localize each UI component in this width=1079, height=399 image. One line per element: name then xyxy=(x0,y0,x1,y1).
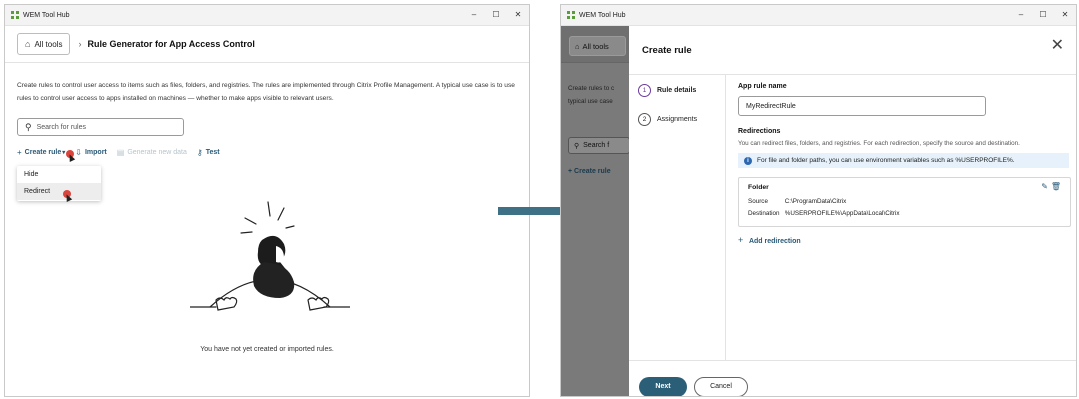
source-row: Source C:\ProgramData\Citrix xyxy=(748,198,846,205)
chevron-right-icon: › xyxy=(78,39,82,49)
plus-icon: + xyxy=(17,148,22,157)
create-rule-menu: Hide Redirect xyxy=(17,166,101,201)
dimmed-background: ⌂ All tools Create rules to c typical us… xyxy=(561,26,630,396)
toolbar: + Create rule ▾ ⇩ Import ▤ Generate new … xyxy=(17,148,230,157)
info-icon: i xyxy=(744,156,752,165)
close-button[interactable]: ✕ xyxy=(507,5,529,25)
import-button[interactable]: ⇩ Import xyxy=(75,148,106,157)
test-label: Test xyxy=(205,149,220,156)
background-search: ⚲ Search f xyxy=(568,137,630,154)
panel-header: Create rule ✕ xyxy=(629,26,1076,75)
chevron-down-icon: ▾ xyxy=(62,150,66,156)
step-rule-details[interactable]: 1 Rule details xyxy=(638,84,696,97)
plus-icon: + xyxy=(568,168,573,175)
wizard-steps: 1 Rule details 2 Assignments xyxy=(629,75,726,360)
rule-details-form: App rule name MyRedirectRule Redirection… xyxy=(738,75,1071,360)
generate-new-data-label: Generate new data xyxy=(127,149,187,156)
app-logo-icon xyxy=(567,11,575,19)
window-title: WEM Tool Hub xyxy=(579,11,626,19)
all-tools-label: All tools xyxy=(34,39,63,49)
page-description: Create rules to control user access to i… xyxy=(17,82,515,102)
background-create-rule-label: Create rule xyxy=(574,168,611,175)
app-rule-name-label: App rule name xyxy=(738,83,787,90)
window-title: WEM Tool Hub xyxy=(23,11,70,19)
info-text: For file and folder paths, you can use e… xyxy=(757,157,1015,164)
minimize-button[interactable]: – xyxy=(463,5,485,25)
maximize-button[interactable]: ☐ xyxy=(485,5,507,25)
close-button[interactable]: ✕ xyxy=(1054,5,1076,25)
destination-value: %USERPROFILE%\AppData\Local\Citrix xyxy=(784,210,900,217)
add-redirection-label: Add redirection xyxy=(748,238,801,245)
left-window: WEM Tool Hub – ☐ ✕ ⌂ All tools › Rule Ge… xyxy=(4,4,530,397)
page-title: Rule Generator for App Access Control xyxy=(87,39,255,49)
next-button[interactable]: Next xyxy=(639,377,687,396)
empty-state-message: You have not yet created or imported rul… xyxy=(200,346,334,353)
app-rule-name-field[interactable]: MyRedirectRule xyxy=(738,96,986,116)
menu-item-hide[interactable]: Hide xyxy=(17,166,101,183)
background-description: typical use case xyxy=(568,98,613,105)
app-logo-icon xyxy=(11,11,19,19)
minimize-button[interactable]: – xyxy=(1010,5,1032,25)
all-tools-button[interactable]: ⌂ All tools xyxy=(17,33,71,55)
add-redirection-button[interactable]: + Add redirection xyxy=(738,235,801,245)
cancel-button[interactable]: Cancel xyxy=(694,377,748,396)
search-placeholder: Search for rules xyxy=(36,123,87,131)
page-header: ⌂ All tools › Rule Generator for App Acc… xyxy=(5,26,529,63)
close-icon[interactable]: ✕ xyxy=(1051,38,1064,54)
background-description: Create rules to c xyxy=(568,85,615,92)
search-icon: ⚲ xyxy=(574,142,580,150)
step-assignments[interactable]: 2 Assignments xyxy=(638,113,697,126)
redirection-type: Folder xyxy=(748,184,769,191)
right-window: WEM Tool Hub – ☐ ✕ ⌂ All tools Create ru… xyxy=(560,4,1077,397)
panel-title: Create rule xyxy=(642,45,692,56)
panel-footer: Next Cancel xyxy=(629,360,1076,396)
step-label: Rule details xyxy=(657,87,697,94)
source-value: C:\ProgramData\Citrix xyxy=(784,198,847,205)
redirections-label: Redirections xyxy=(738,128,781,135)
empty-state-illustration xyxy=(190,201,350,311)
menu-item-redirect[interactable]: Redirect xyxy=(17,183,101,200)
destination-row: Destination %USERPROFILE%\AppData\Local\… xyxy=(748,210,900,217)
source-label: Source xyxy=(748,198,768,205)
background-search-label: Search f xyxy=(583,142,610,149)
plus-icon: + xyxy=(738,235,744,245)
title-bar: WEM Tool Hub – ☐ ✕ xyxy=(561,5,1076,26)
create-rule-panel: Create rule ✕ 1 Rule details 2 Assignmen… xyxy=(629,26,1076,396)
search-input[interactable]: ⚲ Search for rules xyxy=(17,118,184,136)
all-tools-label: All tools xyxy=(582,41,609,51)
edit-icon[interactable]: ✎ xyxy=(1041,182,1048,191)
import-label: Import xyxy=(84,149,107,156)
home-icon: ⌂ xyxy=(575,41,580,51)
create-rule-label: Create rule xyxy=(24,149,62,156)
delete-icon[interactable]: 🗑 xyxy=(1051,182,1061,191)
home-icon: ⌂ xyxy=(25,39,31,49)
title-bar: WEM Tool Hub – ☐ ✕ xyxy=(5,5,529,26)
redirection-card: Folder ✎ 🗑 Source C:\ProgramData\Citrix … xyxy=(738,177,1071,227)
destination-label: Destination xyxy=(748,210,780,217)
info-banner: i For file and folder paths, you can use… xyxy=(738,153,1069,168)
search-icon: ⚲ xyxy=(25,121,32,132)
generate-new-data-button[interactable]: ▤ Generate new data xyxy=(117,148,187,157)
step-number: 2 xyxy=(638,113,651,126)
document-icon: ▤ xyxy=(116,148,125,157)
all-tools-button: ⌂ All tools xyxy=(569,36,626,56)
import-icon: ⇩ xyxy=(75,148,82,157)
test-button[interactable]: ⚷ Test xyxy=(197,148,220,157)
step-label: Assignments xyxy=(657,116,698,123)
redirections-help: You can redirect files, folders, and reg… xyxy=(738,140,1020,147)
maximize-button[interactable]: ☐ xyxy=(1032,5,1054,25)
step-number: 1 xyxy=(638,84,651,97)
background-create-rule: + Create rule xyxy=(568,168,611,175)
create-rule-button[interactable]: + Create rule ▾ xyxy=(17,148,65,157)
key-icon: ⚷ xyxy=(196,148,203,157)
